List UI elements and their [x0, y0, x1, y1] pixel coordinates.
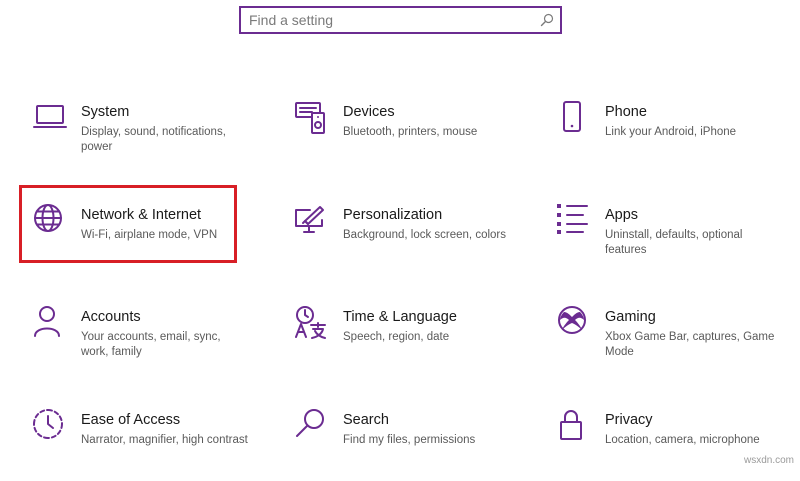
tile-title: System: [81, 104, 130, 120]
tile-title: Apps: [605, 207, 639, 223]
tile-description: Speech, region, date: [343, 331, 450, 343]
tile-title: Time & Language: [343, 309, 457, 325]
tile-title: Ease of Access: [81, 412, 181, 428]
ease-of-access-icon: [33, 409, 63, 439]
tile-description: Background, lock screen, colors: [343, 229, 506, 241]
paint-monitor-icon: [295, 206, 324, 233]
search-icon: [296, 409, 324, 437]
tile-devices[interactable]: Devices Bluetooth, printers, mouse: [295, 101, 515, 173]
search-box[interactable]: [239, 6, 562, 34]
tile-title: Privacy: [605, 412, 653, 428]
devices-icon: [295, 102, 325, 134]
tile-title: Personalization: [343, 207, 443, 223]
time-language-icon: [295, 306, 326, 339]
tile-personalization[interactable]: Personalization Background, lock screen,…: [295, 204, 515, 276]
tile-gaming[interactable]: Gaming Xbox Game Bar, captures, Game Mod…: [557, 306, 777, 378]
watermark: wsxdn.com: [743, 455, 794, 466]
tile-system[interactable]: System Display, sound, notifications, po…: [33, 101, 253, 173]
tile-title: Phone: [605, 104, 647, 120]
tile-search[interactable]: Search Find my files, permissions: [295, 409, 515, 481]
tile-ease-of-access[interactable]: Ease of Access Narrator, magnifier, high…: [33, 409, 253, 481]
xbox-icon: [558, 306, 586, 334]
tile-phone[interactable]: Phone Link your Android, iPhone: [557, 101, 777, 173]
tile-description: Location, camera, microphone: [605, 434, 760, 446]
tile-apps[interactable]: Apps Uninstall, defaults, optional featu…: [557, 204, 777, 276]
search-icon[interactable]: [540, 13, 554, 27]
tile-title: Devices: [343, 104, 395, 120]
search-input[interactable]: [249, 11, 529, 29]
highlight-box: [19, 185, 237, 263]
tile-description: Bluetooth, printers, mouse: [343, 126, 478, 138]
tile-description: Narrator, magnifier, high contrast: [81, 434, 248, 446]
tile-privacy[interactable]: Privacy Location, camera, microphone: [557, 409, 777, 481]
tile-description: Find my files, permissions: [343, 434, 476, 446]
person-icon: [34, 306, 60, 337]
lock-icon: [560, 410, 582, 440]
tile-accounts[interactable]: Accounts Your accounts, email, sync, wor…: [33, 306, 253, 378]
tile-description: Xbox Game Bar, captures, Game Mode: [605, 331, 775, 358]
tile-description: Display, sound, notifications, power: [81, 126, 226, 153]
tile-time-language[interactable]: Time & Language Speech, region, date: [295, 306, 515, 378]
tile-description: Uninstall, defaults, optional features: [605, 229, 743, 256]
tile-title: Accounts: [81, 309, 141, 325]
laptop-icon: [33, 105, 67, 128]
tile-description: Link your Android, iPhone: [605, 126, 737, 138]
tile-description: Your accounts, email, sync, work, family: [81, 331, 221, 358]
apps-list-icon: [557, 204, 588, 234]
tile-title: Search: [343, 412, 389, 428]
phone-icon: [563, 101, 581, 132]
tile-title: Gaming: [605, 309, 656, 325]
